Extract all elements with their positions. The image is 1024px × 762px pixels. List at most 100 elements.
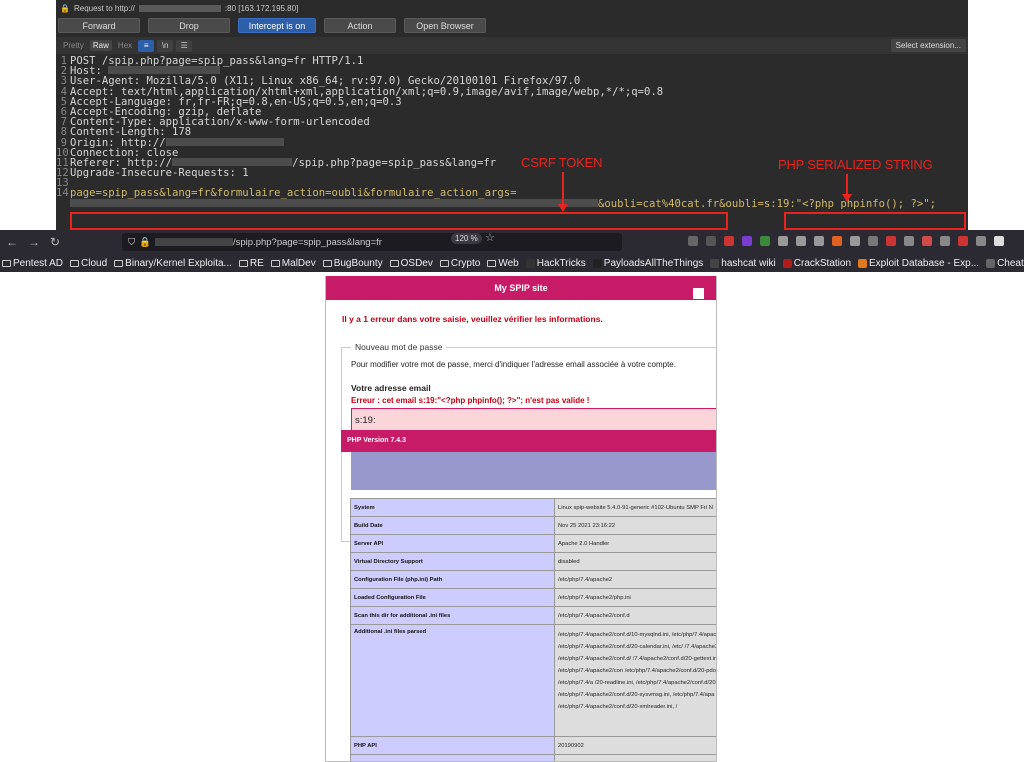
extension-icon[interactable] [886,236,896,246]
bookmark-label: CrackStation [793,257,852,269]
phpinfo-logo-band [351,452,716,490]
url-bar[interactable]: ⛉ 🔒 /spip.php?page=spip_pass&lang=fr [122,233,622,251]
php-serialized-annotation: PHP SERIALIZED STRING [778,157,933,172]
phpinfo-key: System [350,498,555,517]
phpinfo-key: PHP Extension [350,754,555,761]
bookmark-label: Crypto [450,257,481,269]
extension-icon[interactable] [868,236,878,246]
pocket-icon[interactable] [688,236,698,246]
phpinfo-key: Virtual Directory Support [350,552,555,571]
phpinfo-value: /etc/php/7.4/apache2/conf.d [554,606,716,625]
site-favicon-icon [710,258,720,268]
extension-icon[interactable] [922,236,932,246]
ublock-icon[interactable] [724,236,734,246]
table-row: PHP Extension20190902 [350,754,716,761]
table-row: Loaded Configuration File/etc/php/7.4/ap… [350,588,716,607]
action-button[interactable]: Action [324,17,396,33]
bookmark-star-icon[interactable]: ☆ [485,231,495,244]
tab-hex[interactable]: Hex [115,40,135,51]
bookmark-item[interactable]: Exploit Database - Exp... [858,258,979,269]
table-row: Build Date Nov 25 2021 23:16:22 [350,516,716,535]
extension-icon[interactable] [940,236,950,246]
bookmark-item[interactable]: CrackStation [782,257,852,269]
bookmark-item[interactable]: BugBounty [322,257,383,269]
bookmark-item[interactable]: OSDev [389,257,433,269]
extension-icon[interactable] [778,236,788,246]
csrf-arrow [562,172,564,206]
bookmark-label: MalDev [281,257,316,269]
request-line: 7 Content-Type: application/x-www-form-ur… [60,116,370,129]
extension-icon[interactable] [994,236,1004,246]
table-row: Configuration File (php.ini) Path/etc/ph… [350,570,716,589]
bookmark-item[interactable]: MalDev [270,257,316,269]
phpinfo-value: 20190902 [554,736,716,755]
extension-icon[interactable] [742,236,752,246]
bookmark-label: Binary/Kernel Exploita... [125,257,232,269]
bookmark-item[interactable]: Binary/Kernel Exploita... [114,258,232,269]
phpinfo-key: Loaded Configuration File [350,588,555,607]
bookmark-label: OSDev [400,257,433,269]
tab-raw[interactable]: Raw [89,40,112,51]
bookmark-item[interactable]: hashcat wiki [710,257,776,269]
select-extension-button[interactable]: Select extension... [890,39,966,52]
download-icon[interactable] [706,236,716,246]
redacted-host [154,238,233,246]
extension-icon[interactable] [958,236,968,246]
site-favicon-icon [525,258,535,268]
bookmark-item[interactable]: PayloadsAllTheThings [592,258,703,269]
bookmark-label: Cheatsheet Haax [997,257,1024,269]
request-line: 1 POST /spip.php?page=spip_pass&lang=fr H… [60,55,364,67]
forward-icon[interactable]: → [28,235,40,249]
menu-icon[interactable]: ☰ [176,39,193,52]
bookmark-item[interactable]: HackTricks [525,258,586,269]
folder-icon [238,259,248,267]
redacted-host [172,157,293,166]
tab-pretty[interactable]: Pretty [60,40,87,51]
bookmark-label: BugBounty [333,257,383,269]
bookmark-item[interactable]: Pentest AD [2,258,63,269]
extension-icon[interactable] [814,236,824,246]
bookmark-item[interactable]: Cheatsheet Haax [986,258,1024,269]
request-line: 8 Content-Length: 178 [60,126,192,139]
php-arrowhead [842,194,852,202]
bookmark-item[interactable]: Cloud [70,258,107,269]
intercept-toggle-button[interactable]: Intercept is on [238,17,316,33]
bookmark-item[interactable]: RE [238,258,264,269]
request-line: 9 Origin: http:// [56,137,968,148]
request-editor[interactable]: 1 POST /spip.php?page=spip_pass&lang=fr H… [56,56,968,209]
bookmarks-toolbar: Pentest AD Cloud Binary/Kernel Exploita...… [0,254,1024,272]
request-prefix: Request to http:// [73,3,135,13]
open-browser-button[interactable]: Open Browser [404,17,486,33]
forward-button[interactable]: Forward [58,17,140,33]
foxyproxy-icon[interactable] [832,236,842,246]
extension-icon[interactable] [850,236,860,246]
site-title[interactable]: My SPIP site [494,283,547,293]
zoom-level[interactable]: 120 % [451,233,482,244]
table-row: Additional .ini files parsed/etc/php/7.4… [350,624,716,737]
folder-icon [114,259,124,267]
extension-icon[interactable] [976,236,986,246]
reload-icon[interactable]: ↻ [50,235,60,249]
bookmark-item[interactable]: Crypto [439,257,481,269]
wrap-lines-icon[interactable]: ≡ [138,39,155,52]
phpinfo-value: Linux spip-website 5.4.0-91-generic #102… [554,498,716,517]
bookmark-label: hashcat wiki [721,257,776,269]
extension-icon[interactable] [904,236,914,246]
csrf-highlight-box [70,212,728,230]
email-error: Erreur : cet email s:19:"<?php phpinfo()… [351,396,590,405]
newline-icon[interactable]: \n [157,39,174,52]
form-description: Pour modifier votre mot de passe, merci … [351,360,676,369]
drop-button[interactable]: Drop [148,17,230,33]
bookmark-item[interactable]: Web [487,257,519,269]
bookmark-label: Web [498,257,519,269]
phpinfo-table: System Linux spip-website 5.4.0-91-generi… [350,498,716,761]
wappalyzer-icon[interactable] [760,236,770,246]
table-row: Scan this dir for additional .ini files /… [350,606,716,625]
email-label: Votre adresse email [351,383,431,393]
phpinfo-value: /etc/php/7.4/apache2/conf.d/10-mysqlnd.i… [554,624,716,737]
url-path: /spip.php?page=spip_pass&lang=fr [232,236,382,248]
site-favicon-icon [782,258,792,268]
back-icon[interactable]: ← [6,235,18,249]
csrf-token-annotation: CSRF TOKEN [521,155,603,170]
extension-icon[interactable] [796,236,806,246]
